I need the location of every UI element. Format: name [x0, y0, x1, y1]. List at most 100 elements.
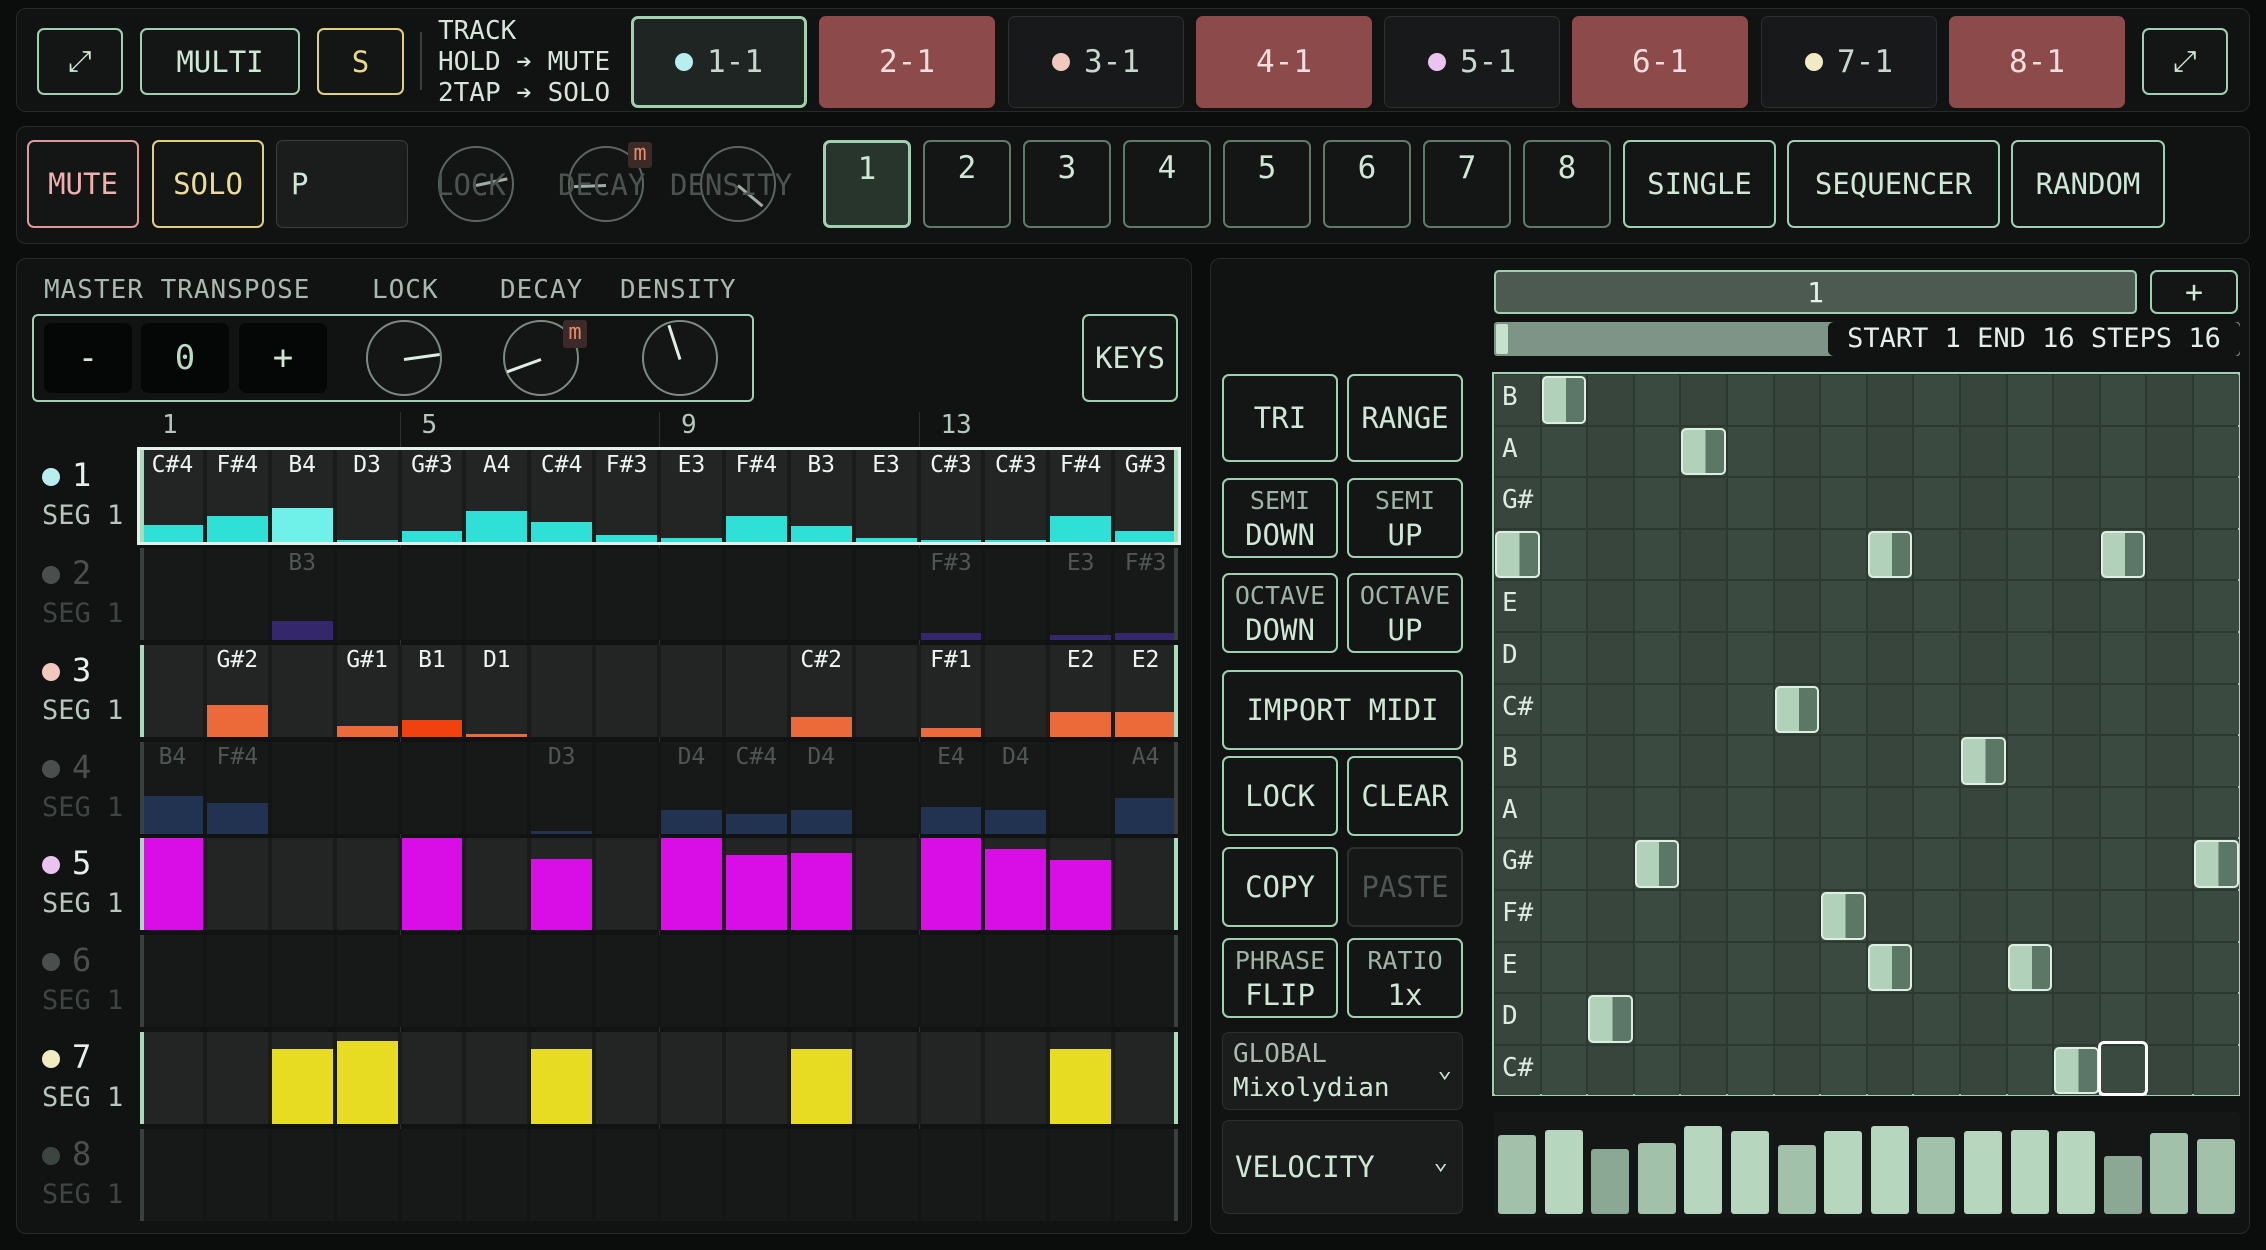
roll-cell[interactable] [1914, 684, 1959, 735]
roll-cell[interactable] [2194, 529, 2239, 580]
number-button-5[interactable]: 5 [1223, 140, 1311, 228]
single-button[interactable]: SINGLE [1623, 140, 1776, 228]
roll-cell[interactable] [1681, 1045, 1726, 1096]
step-cell[interactable] [661, 548, 722, 640]
roll-cell[interactable] [1867, 581, 1913, 631]
step-cell[interactable]: E3 [855, 450, 917, 542]
step-cell[interactable] [466, 838, 528, 930]
s-button[interactable]: S [317, 28, 404, 95]
step-cell[interactable] [1115, 935, 1176, 1027]
roll-cell[interactable] [2194, 375, 2239, 425]
roll-cell[interactable] [1588, 529, 1633, 580]
number-button-3[interactable]: 3 [1023, 140, 1111, 228]
roll-cell[interactable] [1541, 891, 1587, 941]
step-cell[interactable]: D1 [466, 645, 528, 737]
roll-cell[interactable] [1541, 426, 1587, 477]
number-button-2[interactable]: 2 [923, 140, 1011, 228]
step-cell[interactable] [725, 548, 787, 640]
roll-cell[interactable] [1681, 787, 1726, 838]
roll-note[interactable] [1867, 530, 1913, 579]
octave-down-button[interactable]: OCTAVE DOWN [1222, 573, 1338, 653]
roll-cell[interactable] [1821, 787, 1866, 838]
segment-end-marker[interactable] [1174, 450, 1178, 542]
roll-cell[interactable] [2007, 787, 2053, 838]
velocity-bar[interactable] [1964, 1131, 2002, 1214]
step-cell[interactable] [725, 645, 787, 737]
roll-note[interactable] [2100, 530, 2146, 579]
roll-cell[interactable] [1774, 633, 1820, 683]
roll-cell[interactable] [1774, 426, 1820, 477]
roll-cell[interactable] [1634, 529, 1680, 580]
step-cell[interactable] [531, 548, 593, 640]
roll-cell[interactable] [2100, 942, 2146, 993]
step-cell[interactable] [725, 838, 787, 930]
step-cell[interactable] [271, 935, 333, 1027]
roll-cell[interactable] [2100, 426, 2146, 477]
roll-cell[interactable] [1821, 684, 1866, 735]
segment-end-marker[interactable] [1174, 645, 1178, 737]
step-cell[interactable]: C#3 [920, 450, 982, 542]
roll-cell[interactable] [1867, 1045, 1913, 1096]
step-cell[interactable] [790, 1032, 852, 1124]
track-tab-7[interactable]: 7-1 [1761, 16, 1937, 108]
roll-cell[interactable] [1634, 633, 1680, 683]
roll-cell[interactable] [1821, 994, 1866, 1044]
roll-cell[interactable] [2194, 684, 2239, 735]
roll-cell[interactable] [1541, 633, 1587, 683]
roll-cell[interactable] [2007, 1045, 2053, 1096]
step-cell[interactable]: D3 [531, 742, 593, 834]
velocity-bar[interactable] [1684, 1126, 1723, 1214]
track-row-label-8[interactable]: 8 SEG 1 [34, 1131, 134, 1211]
roll-cell[interactable] [1681, 891, 1726, 941]
velocity-bar[interactable] [1870, 1126, 1909, 1214]
loop-start-handle[interactable] [1496, 324, 1508, 354]
roll-cell[interactable] [2100, 891, 2146, 941]
roll-cell[interactable] [2100, 736, 2146, 786]
roll-cell[interactable] [1681, 942, 1726, 993]
roll-cell[interactable] [1634, 1045, 1680, 1096]
step-cell[interactable] [855, 645, 917, 737]
roll-cell[interactable] [2147, 839, 2192, 889]
roll-cell[interactable] [2007, 478, 2053, 528]
step-cell[interactable] [401, 838, 463, 930]
step-cell[interactable] [920, 1129, 982, 1221]
step-cell[interactable]: G#3 [401, 450, 463, 542]
step-cell[interactable] [401, 742, 463, 834]
range-button[interactable]: RANGE [1347, 374, 1463, 462]
roll-cell[interactable] [1588, 736, 1633, 786]
track-tab-2[interactable]: 2-1 [819, 16, 995, 108]
velocity-bar[interactable] [2197, 1139, 2235, 1214]
step-cell[interactable]: F#1 [920, 645, 982, 737]
velocity-bar[interactable] [2057, 1131, 2096, 1214]
step-cell[interactable] [466, 1129, 528, 1221]
roll-cell[interactable] [1541, 581, 1587, 631]
roll-cell[interactable] [2194, 736, 2239, 786]
step-cell[interactable]: B3 [271, 548, 333, 640]
semi-down-button[interactable]: SEMI DOWN [1222, 478, 1338, 558]
step-cell[interactable] [661, 645, 722, 737]
copy-button[interactable]: COPY [1222, 847, 1338, 927]
roll-cell[interactable] [1867, 478, 1913, 528]
roll-cell[interactable] [1634, 736, 1680, 786]
step-cell[interactable] [1115, 838, 1176, 930]
track-row-label-1[interactable]: 1 SEG 1 [34, 452, 134, 532]
transpose-minus-button[interactable]: - [44, 323, 132, 393]
segment-start-marker[interactable] [140, 1129, 144, 1221]
step-cell[interactable]: D4 [790, 742, 852, 834]
step-cell[interactable] [985, 1129, 1047, 1221]
roll-cell[interactable] [1728, 994, 1773, 1044]
velocity-bar[interactable] [1824, 1131, 1863, 1214]
step-cell[interactable] [855, 548, 917, 640]
step-cell[interactable] [531, 1032, 593, 1124]
roll-cell[interactable] [1867, 684, 1913, 735]
roll-note[interactable] [2194, 840, 2239, 888]
step-cell[interactable] [661, 935, 722, 1027]
step-cell[interactable] [790, 1129, 852, 1221]
roll-cell[interactable] [2054, 581, 2099, 631]
roll-cell[interactable] [1914, 839, 1959, 889]
step-cell[interactable] [725, 935, 787, 1027]
step-cell[interactable] [336, 838, 398, 930]
roll-cell[interactable] [1821, 839, 1866, 889]
transpose-plus-button[interactable]: + [239, 323, 327, 393]
velocity-bar[interactable] [1591, 1149, 1630, 1214]
